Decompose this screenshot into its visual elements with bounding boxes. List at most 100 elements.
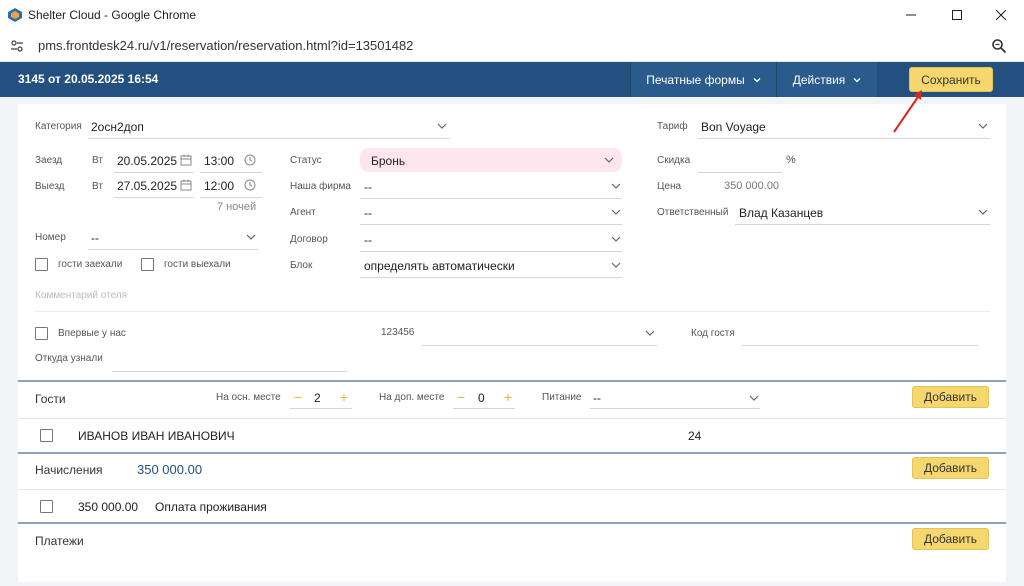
actions-menu[interactable]: Действия — [776, 62, 877, 97]
extra-place-decrement[interactable]: − — [455, 390, 467, 404]
chevron-down-icon — [604, 157, 614, 163]
charge-row-checkbox[interactable] — [40, 500, 53, 513]
site-settings-icon[interactable] — [10, 39, 24, 53]
arrow-annotation-icon — [893, 90, 922, 133]
charge-amount: 350 000.00 — [78, 500, 139, 514]
zoom-icon[interactable] — [991, 38, 1007, 54]
price-value: 350 000.00 — [724, 180, 780, 192]
payments-section-divider — [18, 522, 1006, 524]
chevron-down-icon — [437, 123, 447, 129]
calendar-icon[interactable] — [180, 179, 192, 191]
payments-title: Платежи — [35, 534, 84, 548]
address-bar: pms.frontdesk24.ru/v1/reservation/reserv… — [0, 30, 1024, 62]
browser-titlebar: Shelter Cloud - Google Chrome — [0, 0, 1024, 30]
guests-left-label: гости выехали — [164, 259, 231, 270]
charges-header-divider — [18, 489, 1006, 490]
source-label: Откуда узнали — [35, 353, 103, 364]
discount-label: Скидка — [657, 155, 691, 166]
agent-select[interactable]: -- — [364, 206, 372, 220]
meal-select[interactable]: -- — [593, 391, 601, 405]
agent-underline — [360, 224, 622, 225]
checkin-time-input[interactable]: 13:00 — [204, 154, 234, 168]
minimize-icon — [906, 14, 916, 16]
guest-age: 24 — [688, 429, 702, 443]
source-input[interactable] — [112, 371, 347, 372]
contract-underline — [360, 251, 622, 252]
checkin-weekday: Вт — [92, 155, 103, 166]
clock-icon[interactable] — [244, 179, 256, 191]
add-guest-button[interactable]: Добавить — [912, 386, 989, 408]
guest-code-label: Код гостя — [691, 328, 735, 339]
guests-left-checkbox[interactable] — [141, 258, 154, 271]
guest-name[interactable]: ИВАНОВ ИВАН ИВАНОВИЧ — [78, 429, 235, 443]
maximize-button[interactable] — [934, 0, 980, 30]
main-place-increment[interactable]: + — [338, 390, 350, 404]
checkout-date-input[interactable]: 27.05.2025 — [117, 179, 177, 193]
chevron-down-icon — [978, 209, 988, 215]
meal-label: Питание — [542, 392, 582, 403]
room-label: Номер — [35, 232, 66, 243]
chevron-down-icon — [978, 123, 988, 129]
extra-place-count[interactable]: 0 — [478, 391, 485, 405]
checkout-weekday: Вт — [92, 181, 103, 192]
discount-input[interactable] — [698, 172, 782, 173]
chevron-down-icon — [611, 209, 621, 215]
guests-header-divider — [18, 418, 1006, 419]
checkin-date-underline — [114, 172, 194, 173]
status-value: Бронь — [371, 154, 406, 168]
charges-total: 350 000.00 — [137, 462, 203, 477]
calendar-icon[interactable] — [180, 154, 192, 166]
extra-place-label: На доп. месте — [379, 392, 445, 403]
chevron-down-icon — [853, 77, 861, 82]
status-label: Статус — [290, 155, 322, 166]
block-select[interactable]: определять автоматически — [364, 259, 515, 273]
first-time-checkbox[interactable] — [35, 327, 48, 340]
first-time-label: Впервые у нас — [58, 328, 126, 339]
guests-section-divider — [18, 380, 1006, 382]
minimize-button[interactable] — [888, 0, 934, 30]
room-select[interactable]: -- — [91, 231, 99, 245]
firm-select[interactable]: -- — [364, 180, 372, 194]
guest-code-input[interactable] — [742, 345, 978, 346]
chevron-down-icon — [246, 234, 256, 240]
url-text[interactable]: pms.frontdesk24.ru/v1/reservation/reserv… — [38, 38, 413, 53]
chevron-down-icon — [611, 183, 621, 189]
charge-description[interactable]: Оплата проживания — [155, 500, 267, 514]
checkout-time-input[interactable]: 12:00 — [204, 179, 234, 193]
guest-row-checkbox[interactable] — [40, 429, 53, 442]
add-payment-button[interactable]: Добавить — [912, 528, 989, 550]
close-window-button[interactable] — [978, 0, 1024, 30]
responsible-select[interactable]: Влад Казанцев — [739, 206, 823, 220]
tariff-select[interactable]: Bon Voyage — [701, 120, 766, 134]
category-select[interactable]: 2осн2доп — [91, 120, 144, 134]
chevron-down-icon — [645, 330, 655, 336]
reservation-header: 3145 от 20.05.2025 16:54 Печатные формы … — [0, 62, 1024, 97]
block-label: Блок — [290, 260, 313, 271]
clock-icon[interactable] — [244, 154, 256, 166]
block-underline — [360, 277, 622, 278]
guests-title: Гости — [35, 392, 66, 406]
main-place-decrement[interactable]: − — [292, 390, 304, 404]
hotel-comment-input[interactable]: Комментарий отеля — [35, 290, 127, 301]
checkin-date-input[interactable]: 20.05.2025 — [117, 154, 177, 168]
close-icon — [996, 10, 1006, 20]
category-label: Категория — [35, 121, 82, 132]
charges-section-divider — [18, 452, 1006, 454]
checkout-label: Выезд — [35, 181, 65, 192]
agent-label: Агент — [290, 207, 316, 218]
shelter-app-icon — [8, 8, 22, 22]
print-forms-menu[interactable]: Печатные формы — [630, 62, 776, 97]
checkin-label: Заезд — [35, 155, 63, 166]
maximize-icon — [952, 10, 962, 20]
main-place-count[interactable]: 2 — [314, 391, 321, 405]
firm-underline — [360, 198, 622, 199]
guests-arrived-checkbox[interactable] — [35, 258, 48, 271]
guests-arrived-label: гости заехали — [58, 259, 123, 270]
contract-select[interactable]: -- — [364, 233, 372, 247]
extra-place-increment[interactable]: + — [502, 390, 514, 404]
guest-select-value[interactable]: 123456 — [381, 327, 414, 338]
chevron-down-icon — [611, 236, 621, 242]
guest-select-underline — [422, 345, 657, 346]
add-charge-button[interactable]: Добавить — [912, 457, 989, 479]
main-place-label: На осн. месте — [216, 392, 281, 403]
